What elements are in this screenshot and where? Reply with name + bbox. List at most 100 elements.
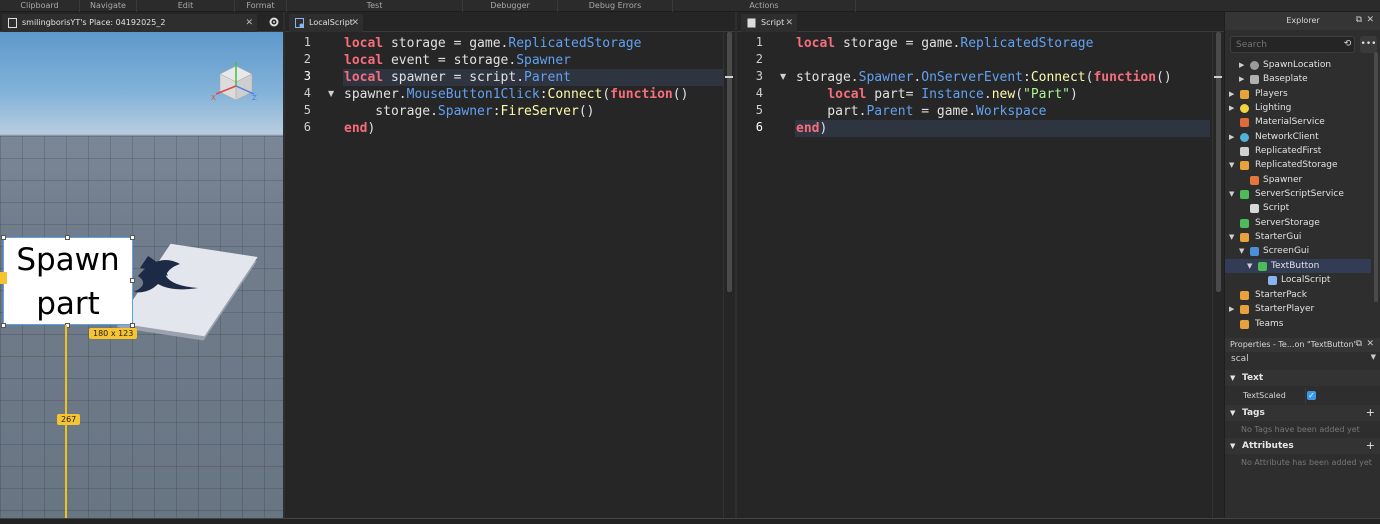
code-line: local spawner = script.Parent	[344, 70, 571, 85]
caret-down-icon: ▼	[1230, 442, 1236, 450]
close-icon[interactable]: ✕	[1366, 15, 1374, 25]
code-line: local event = storage.Spawner	[344, 53, 571, 68]
screengui-icon	[1250, 247, 1259, 256]
tree-item-serverstorage[interactable]: ServerStorage	[1225, 216, 1371, 230]
caret-down-icon: ▼	[1230, 374, 1236, 382]
localscript-icon	[1268, 276, 1277, 285]
code-line: part.Parent = game.Workspace	[796, 104, 1047, 119]
localscript-tabbar: LocalScript ✕	[285, 12, 735, 32]
resize-handle[interactable]	[65, 235, 70, 240]
view-cube-icon[interactable]: X Z	[210, 60, 258, 110]
script-tabbar: Script ✕	[737, 12, 1224, 32]
explorer-panel: Explorer ⧉ ✕ ⟲ ••• ▶ SpawnLocation ▶ Bas…	[1224, 12, 1380, 338]
distance-badge: 267	[57, 414, 81, 425]
document-icon	[8, 18, 17, 28]
tab-localscript[interactable]: LocalScript ✕	[289, 14, 363, 32]
fold-arrow-icon[interactable]: ▼	[328, 89, 334, 98]
ribbon-format[interactable]: Format	[235, 0, 287, 12]
section-text[interactable]: ▼ Text	[1225, 370, 1380, 386]
fold-arrow-icon[interactable]: ▼	[780, 72, 786, 81]
resize-handle[interactable]	[130, 278, 135, 283]
ribbon-test[interactable]: Test	[287, 0, 463, 12]
tree-item-spawnlocation[interactable]: ▶ SpawnLocation	[1225, 58, 1371, 72]
properties-filter-input[interactable]	[1227, 352, 1377, 366]
3d-viewport[interactable]: X Z Spawn part 180 x 123 267	[0, 32, 283, 518]
popout-icon[interactable]: ⧉	[1356, 15, 1362, 25]
startergui-icon	[1240, 233, 1249, 242]
tab-localscript-label: LocalScript	[309, 18, 353, 27]
ribbon-debug-errors[interactable]: Debug Errors	[558, 0, 673, 12]
section-attributes-label: Attributes	[1242, 441, 1294, 451]
viewport-tabbar: smilingborisYT's Place: 04192025_2 ✕	[0, 12, 283, 32]
tree-item-startergui[interactable]: ▼ StarterGui	[1225, 230, 1371, 244]
replicatedstorage-icon	[1240, 161, 1249, 170]
section-tags[interactable]: ▼ Tags +	[1225, 405, 1380, 421]
prop-row-textscaled: TextScaled ✓	[1225, 388, 1380, 404]
script-editor[interactable]: 1 2 3 4 5 6 ▼ local storage = game.Repli…	[737, 32, 1224, 518]
materialservice-icon	[1240, 118, 1249, 127]
tab-place-label: smilingborisYT's Place: 04192025_2	[22, 18, 166, 27]
localscript-editor[interactable]: 1 2 3 4 5 6 ▼ local storage = game.Repli…	[285, 32, 735, 518]
textscaled-checkbox[interactable]: ✓	[1307, 391, 1316, 400]
resize-handle[interactable]	[1, 235, 6, 240]
explorer-scrollbar[interactable]	[1374, 52, 1378, 302]
spawn-decal-icon	[134, 256, 198, 293]
line-number: 4	[755, 86, 763, 100]
tab-place[interactable]: smilingborisYT's Place: 04192025_2 ✕	[2, 14, 257, 32]
tree-item-screengui[interactable]: ▼ ScreenGui	[1225, 244, 1371, 258]
scroll-thumb[interactable]	[1216, 32, 1221, 292]
spawn-part-text-button[interactable]: Spawn part	[3, 237, 133, 325]
close-icon[interactable]: ✕	[351, 14, 359, 32]
code-line: local part= Instance.new("Part")	[827, 87, 1078, 102]
line-number: 5	[303, 103, 311, 117]
tree-item-starterplayer[interactable]: ▶ StarterPlayer	[1225, 302, 1371, 316]
svg-text:Z: Z	[252, 94, 257, 102]
code-line: storage.Spawner.OnServerEvent:Connect(fu…	[796, 70, 1172, 85]
serverscriptservice-icon	[1240, 190, 1249, 199]
tree-item-script[interactable]: Script	[1225, 201, 1371, 215]
ribbon-edit[interactable]: Edit	[137, 0, 235, 12]
resize-handle[interactable]	[1, 323, 6, 328]
caret-down-icon: ▼	[1230, 409, 1236, 417]
tree-item-replicatedstorage[interactable]: ▼ ReplicatedStorage	[1225, 158, 1371, 172]
vertical-scrollbar[interactable]	[1212, 32, 1222, 518]
close-icon[interactable]: ✕	[1366, 339, 1374, 349]
starterpack-icon	[1240, 291, 1249, 300]
close-icon[interactable]: ✕	[785, 14, 793, 32]
popout-icon[interactable]: ⧉	[1356, 339, 1362, 349]
tree-item-baseplate[interactable]: ▶ Baseplate	[1225, 72, 1371, 86]
tree-item-materialservice[interactable]: MaterialService	[1225, 115, 1371, 129]
ribbon-debugger[interactable]: Debugger	[463, 0, 558, 12]
vertical-scrollbar[interactable]	[723, 32, 733, 518]
tree-item-localscript[interactable]: LocalScript	[1225, 273, 1371, 287]
resize-handle[interactable]	[130, 235, 135, 240]
tree-item-replicatedfirst[interactable]: ReplicatedFirst	[1225, 144, 1371, 158]
line-number: 6	[303, 120, 311, 134]
more-options-icon[interactable]: •••	[1360, 36, 1377, 53]
chevron-down-icon[interactable]: ▼	[1371, 353, 1376, 361]
tree-item-lighting[interactable]: ▶ Lighting	[1225, 101, 1371, 115]
tree-item-networkclient[interactable]: ▶ NetworkClient	[1225, 130, 1371, 144]
networkclient-icon	[1240, 133, 1249, 142]
ribbon-clipboard[interactable]: Clipboard	[0, 0, 80, 12]
tree-item-players[interactable]: ▶ Players	[1225, 87, 1371, 101]
tab-script[interactable]: Script ✕	[741, 14, 797, 32]
bottom-status-strip	[0, 518, 1380, 524]
ribbon-actions[interactable]: Actions	[673, 0, 856, 12]
add-attribute-icon[interactable]: +	[1366, 438, 1375, 454]
ribbon-navigate[interactable]: Navigate	[80, 0, 137, 12]
section-attributes[interactable]: ▼ Attributes +	[1225, 438, 1380, 454]
tree-item-teams[interactable]: Teams	[1225, 317, 1371, 331]
tree-item-textbutton[interactable]: ▼ TextButton	[1225, 259, 1371, 273]
tree-item-spawner[interactable]: Spawner	[1225, 173, 1371, 187]
tree-item-serverscriptservice[interactable]: ▼ ServerScriptService	[1225, 187, 1371, 201]
history-icon[interactable]: ⟲	[1339, 36, 1356, 53]
tree-item-starterpack[interactable]: StarterPack	[1225, 288, 1371, 302]
explorer-search-input[interactable]	[1230, 36, 1355, 53]
close-icon[interactable]: ✕	[245, 14, 253, 32]
gear-icon[interactable]	[268, 16, 280, 28]
add-tag-icon[interactable]: +	[1366, 405, 1375, 421]
scroll-thumb[interactable]	[727, 32, 732, 292]
code-line: storage.Spawner:FireServer()	[344, 104, 595, 119]
script-icon	[747, 18, 756, 28]
